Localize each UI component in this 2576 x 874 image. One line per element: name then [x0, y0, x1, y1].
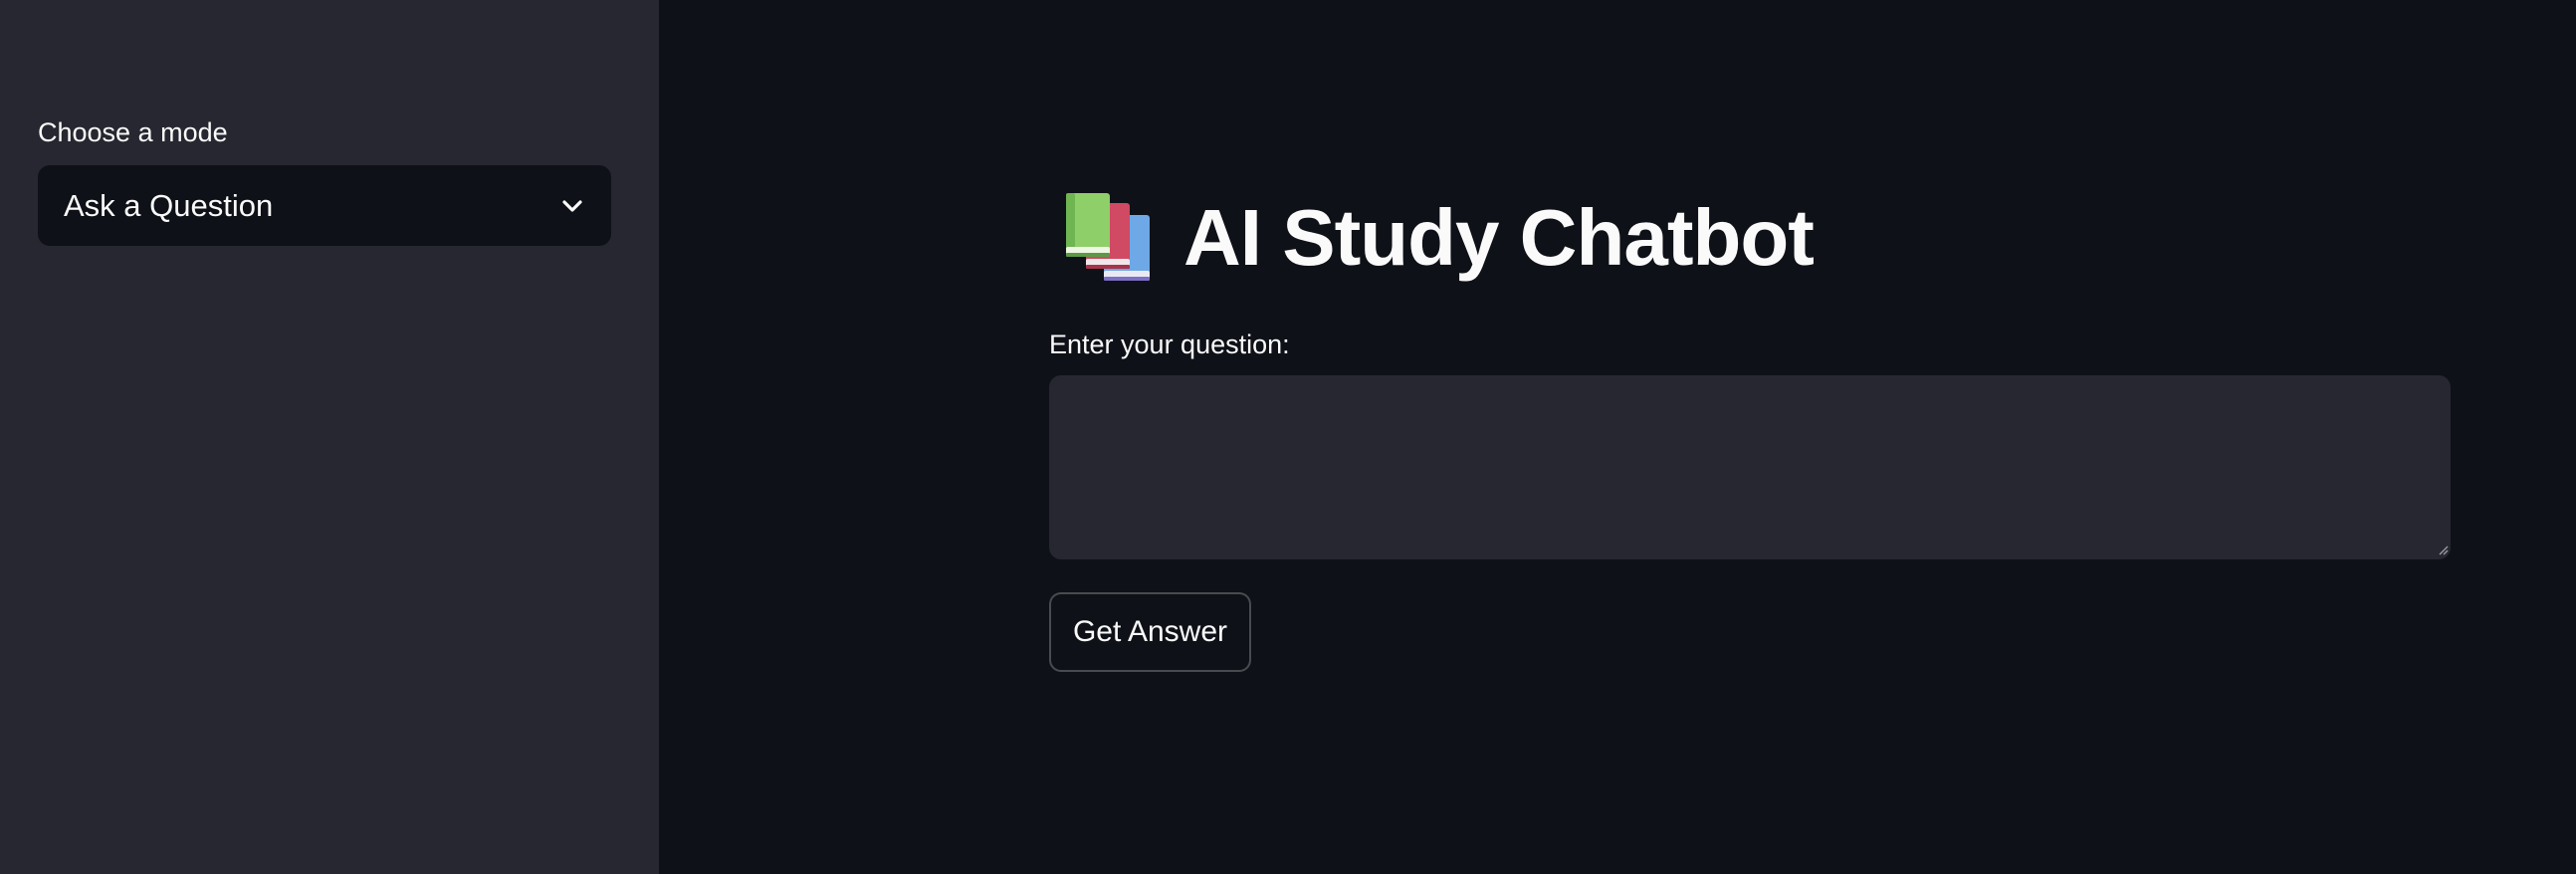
main-area: AI Study Chatbot Enter your question: Ge…	[659, 0, 2576, 874]
page-header: AI Study Chatbot	[1062, 191, 1815, 285]
books-icon	[1066, 193, 1150, 281]
app: Choose a mode Ask a Question AI Study Ch…	[0, 0, 2576, 874]
question-label: Enter your question:	[1049, 329, 1290, 359]
mode-select[interactable]: Ask a Question	[38, 165, 611, 246]
get-answer-button[interactable]: Get Answer	[1049, 592, 1251, 672]
sidebar: Choose a mode Ask a Question	[0, 0, 659, 874]
mode-select-value: Ask a Question	[64, 187, 274, 223]
question-input[interactable]	[1049, 375, 2451, 559]
chevron-down-icon[interactable]	[559, 193, 585, 219]
page-title: AI Study Chatbot	[1183, 193, 1815, 282]
mode-label: Choose a mode	[38, 117, 228, 147]
resize-handle-icon[interactable]	[2437, 544, 2449, 555]
